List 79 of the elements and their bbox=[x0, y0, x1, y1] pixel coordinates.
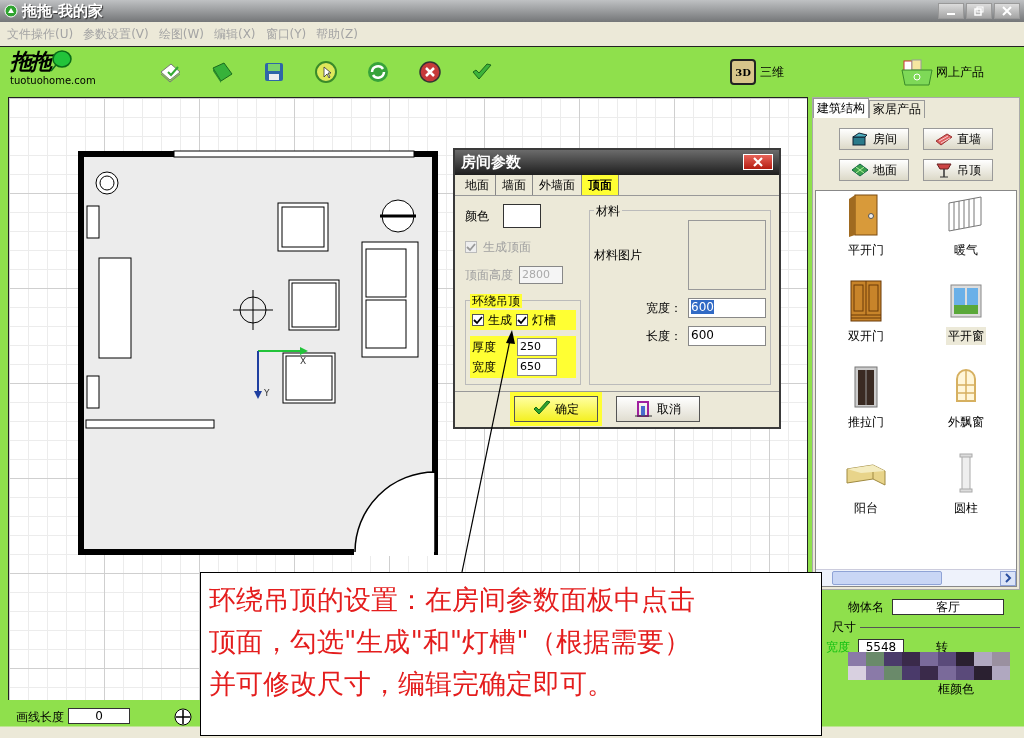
item-label[interactable]: 平开窗 bbox=[946, 327, 986, 345]
checkbox-label: 生成 bbox=[488, 311, 512, 329]
dialog-tab[interactable]: 地面 bbox=[459, 174, 496, 195]
field-label: 宽度： bbox=[646, 299, 682, 317]
chevron-right-icon bbox=[1004, 573, 1012, 583]
brick-icon bbox=[935, 131, 953, 147]
panel-tab[interactable]: 家居产品 bbox=[869, 100, 925, 118]
tile-icon bbox=[851, 162, 869, 178]
dialog-tab[interactable]: 顶面 bbox=[582, 174, 619, 195]
object-name-label: 物体名 bbox=[848, 599, 884, 616]
app-leaf-icon bbox=[4, 4, 18, 18]
size-legend: 尺寸 bbox=[832, 618, 856, 636]
restore-button[interactable] bbox=[966, 3, 992, 19]
delete-icon[interactable] bbox=[418, 60, 442, 84]
checkbox[interactable] bbox=[516, 313, 528, 326]
view-3d-label: 三维 bbox=[760, 64, 784, 81]
color-label: 颜色 bbox=[465, 207, 489, 225]
ceiling-lamp-icon bbox=[935, 162, 953, 178]
panel-tab[interactable]: 建筑结构 bbox=[813, 98, 869, 118]
tool-button[interactable]: 地面 bbox=[839, 159, 909, 181]
save-icon[interactable] bbox=[262, 60, 286, 84]
item-label[interactable]: 圆柱 bbox=[952, 499, 980, 517]
pointer-icon[interactable] bbox=[314, 60, 338, 84]
number-field[interactable]: 250 bbox=[517, 337, 557, 356]
minimize-button[interactable] bbox=[938, 3, 964, 19]
number-field[interactable]: 650 bbox=[517, 357, 557, 376]
tool-button[interactable]: 房间 bbox=[839, 128, 909, 150]
frame-color-label: 框颜色 bbox=[938, 681, 975, 698]
rotate-label: 转 bbox=[936, 639, 948, 656]
window-title: 拖拖-我的家 bbox=[22, 0, 104, 22]
line-length-label: 画线长度 bbox=[16, 709, 64, 726]
online-products-label[interactable]: 网上产品 bbox=[936, 63, 984, 81]
item-label[interactable]: 推拉门 bbox=[846, 413, 886, 431]
book-icon[interactable] bbox=[210, 60, 234, 84]
refresh-icon[interactable] bbox=[366, 60, 390, 84]
field-label: 宽度 bbox=[472, 358, 497, 376]
x-axis-arrow bbox=[257, 347, 308, 355]
number-field[interactable]: 600 bbox=[688, 325, 766, 346]
checkbox[interactable] bbox=[472, 313, 484, 326]
horizontal-scrollbar[interactable] bbox=[816, 569, 1016, 586]
color-swatch[interactable] bbox=[503, 203, 541, 228]
checkbox-label: 灯槽 bbox=[532, 311, 556, 329]
image-label: 材料图片 bbox=[594, 246, 642, 264]
view-3d-button[interactable]: 3D bbox=[730, 59, 756, 85]
number-field[interactable]: 600 bbox=[688, 297, 766, 318]
group-legend: 材料 bbox=[594, 203, 622, 218]
scrollbar-thumb[interactable] bbox=[832, 571, 942, 585]
checkbox-label: 生成顶面 bbox=[483, 238, 531, 256]
item-label[interactable]: 外飘窗 bbox=[946, 413, 986, 431]
top-height-label: 顶面高度 bbox=[465, 266, 513, 284]
item-label[interactable]: 阳台 bbox=[852, 499, 880, 517]
product-box-icon bbox=[900, 58, 934, 86]
tool-button[interactable]: 直墙 bbox=[923, 128, 993, 150]
field-label: 厚度 bbox=[472, 338, 497, 356]
item-label[interactable]: 双开门 bbox=[846, 327, 886, 345]
books-icon bbox=[851, 131, 869, 147]
tool-button[interactable]: 吊顶 bbox=[923, 159, 993, 181]
dialog-tab[interactable]: 墙面 bbox=[496, 174, 533, 195]
group-legend: 环绕吊顶 bbox=[470, 293, 522, 308]
logo-text: tuotuohome.com bbox=[10, 75, 97, 87]
minimize-icon bbox=[947, 13, 955, 15]
close-icon bbox=[1000, 5, 1014, 17]
crosshair-icon[interactable] bbox=[174, 708, 192, 726]
exit-door-icon bbox=[635, 400, 653, 419]
item-label[interactable]: 暖气 bbox=[952, 241, 980, 259]
object-name-field[interactable]: 客厅 bbox=[892, 599, 1004, 615]
annotation-text: 环绕吊顶的设置：在房间参数面板中点击 顶面，勾选"生成"和"灯槽"（根据需要） 并可修改尺寸，编辑完确定即可。 bbox=[200, 572, 822, 736]
line-length-field[interactable]: 0 bbox=[68, 708, 130, 724]
item-label[interactable]: 平开门 bbox=[846, 241, 886, 259]
axis-label: X bbox=[300, 356, 307, 366]
field-label: 长度： bbox=[646, 327, 682, 345]
y-axis-arrow bbox=[254, 350, 262, 399]
width-label: 宽度 bbox=[826, 639, 850, 656]
axis-label: Y bbox=[264, 388, 270, 398]
scroll-right-button[interactable] bbox=[1000, 570, 1016, 586]
restore-icon bbox=[972, 5, 986, 17]
close-icon bbox=[753, 157, 763, 168]
dialog-title: 房间参数 bbox=[461, 152, 521, 174]
dialog-button[interactable]: 取消 bbox=[616, 396, 700, 423]
